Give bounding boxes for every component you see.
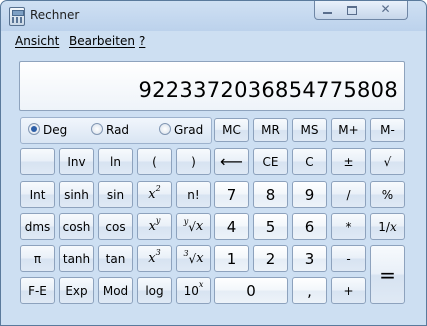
digit-6-button[interactable]: 6 bbox=[292, 213, 327, 240]
title-bar[interactable]: Rechner ✕ bbox=[1, 1, 426, 31]
y-root-index: y bbox=[183, 217, 189, 226]
cube-button[interactable]: x3 bbox=[137, 245, 172, 272]
power-base: x bbox=[148, 219, 156, 234]
digit-0-button[interactable]: 0 bbox=[214, 277, 288, 304]
menu-help[interactable]: ? bbox=[139, 34, 145, 48]
percent-button[interactable]: % bbox=[370, 181, 405, 208]
open-paren-button[interactable]: ( bbox=[137, 148, 172, 175]
add-button[interactable]: + bbox=[331, 277, 366, 304]
result-display: 9223372036854775808 bbox=[19, 61, 405, 111]
digit-7-button[interactable]: 7 bbox=[214, 181, 249, 208]
radio-deg-label: Deg bbox=[43, 123, 68, 137]
menu-bar: Ansicht Bearbeiten ? bbox=[1, 31, 426, 51]
m-minus-button[interactable]: M- bbox=[370, 118, 405, 142]
minimize-button[interactable] bbox=[314, 1, 341, 20]
digit-5-button[interactable]: 5 bbox=[253, 213, 288, 240]
y-root-button[interactable]: y √ x bbox=[176, 213, 211, 240]
radio-rad-label: Rad bbox=[106, 123, 130, 137]
radio-rad-indicator[interactable] bbox=[91, 123, 103, 135]
exp-button[interactable]: Exp bbox=[59, 277, 94, 304]
menu-view[interactable]: Ansicht bbox=[15, 34, 59, 48]
digit-8-button[interactable]: 8 bbox=[253, 181, 288, 208]
cube-exponent: 3 bbox=[155, 248, 161, 257]
cube-root-sign: √ bbox=[188, 251, 197, 266]
factorial-button[interactable]: n! bbox=[176, 181, 211, 208]
divide-symbol: / bbox=[346, 187, 351, 202]
tanh-button[interactable]: tanh bbox=[59, 245, 94, 272]
plus-minus-button[interactable]: ± bbox=[331, 148, 366, 175]
cube-base: x bbox=[148, 251, 156, 266]
square-base: x bbox=[148, 187, 156, 202]
ln-button[interactable]: ln bbox=[98, 148, 133, 175]
reciprocal-button[interactable]: 1/x bbox=[370, 213, 405, 240]
power-button[interactable]: xy bbox=[137, 213, 172, 240]
digit-3-button[interactable]: 3 bbox=[292, 245, 327, 272]
ten-power-exponent: x bbox=[198, 280, 204, 289]
maximize-icon bbox=[347, 6, 357, 15]
display-value: 9223372036854775808 bbox=[138, 78, 398, 102]
inv-button[interactable]: Inv bbox=[59, 148, 94, 175]
angle-mode-group: Deg Rad Grad bbox=[20, 117, 212, 144]
ce-button[interactable]: CE bbox=[253, 148, 288, 175]
cube-root-index: 3 bbox=[183, 249, 189, 258]
power-exponent: y bbox=[155, 216, 161, 225]
fe-button[interactable]: F-E bbox=[20, 277, 55, 304]
backspace-icon: ⟵ bbox=[220, 152, 243, 171]
y-root-x: x bbox=[195, 219, 204, 234]
sinh-button[interactable]: sinh bbox=[59, 181, 94, 208]
m-plus-button[interactable]: M+ bbox=[331, 118, 366, 142]
square-button[interactable]: x2 bbox=[137, 181, 172, 208]
equals-button[interactable]: = bbox=[370, 245, 405, 304]
divide-button[interactable]: / bbox=[331, 181, 366, 208]
mod-button[interactable]: Mod bbox=[98, 277, 133, 304]
blank-button[interactable] bbox=[20, 148, 55, 175]
close-button[interactable]: ✕ bbox=[364, 1, 408, 20]
calculator-app-icon bbox=[9, 7, 25, 26]
digit-9-button[interactable]: 9 bbox=[292, 181, 327, 208]
radio-grad[interactable]: Grad bbox=[159, 123, 203, 137]
calculator-window: Rechner ✕ Ansicht Bearbeiten ? 922337203… bbox=[0, 0, 427, 326]
radio-deg-indicator[interactable] bbox=[28, 123, 40, 135]
mr-button[interactable]: MR bbox=[253, 118, 288, 142]
cosh-button[interactable]: cosh bbox=[59, 213, 94, 240]
digit-2-button[interactable]: 2 bbox=[253, 245, 288, 272]
radio-grad-indicator[interactable] bbox=[159, 123, 171, 135]
maximize-button[interactable] bbox=[339, 1, 365, 20]
cos-button[interactable]: cos bbox=[98, 213, 133, 240]
ms-button[interactable]: MS bbox=[292, 118, 327, 142]
radio-deg[interactable]: Deg bbox=[28, 123, 67, 137]
cube-root-x: x bbox=[196, 251, 204, 266]
pi-button[interactable]: π bbox=[20, 245, 55, 272]
digit-4-button[interactable]: 4 bbox=[214, 213, 249, 240]
subtract-button[interactable]: - bbox=[331, 245, 366, 272]
menu-edit[interactable]: Bearbeiten bbox=[69, 34, 135, 48]
log-button[interactable]: log bbox=[137, 277, 172, 304]
close-paren-button[interactable]: ) bbox=[176, 148, 211, 175]
cube-root-button[interactable]: 3 √ x bbox=[176, 245, 211, 272]
backspace-button[interactable]: ⟵ bbox=[214, 148, 249, 175]
multiply-button[interactable]: * bbox=[331, 213, 366, 240]
dms-button[interactable]: dms bbox=[20, 213, 55, 240]
radio-grad-label: Grad bbox=[174, 123, 204, 137]
c-button[interactable]: C bbox=[292, 148, 327, 175]
sin-button[interactable]: sin bbox=[98, 181, 133, 208]
close-icon: ✕ bbox=[380, 2, 391, 16]
square-exponent: 2 bbox=[155, 184, 161, 193]
mc-button[interactable]: MC bbox=[214, 118, 249, 142]
radio-rad[interactable]: Rad bbox=[91, 123, 129, 137]
ten-power-base: 10 bbox=[183, 283, 199, 298]
tan-button[interactable]: tan bbox=[98, 245, 133, 272]
minimize-icon bbox=[323, 12, 332, 14]
decimal-button[interactable]: , bbox=[292, 277, 327, 304]
digit-1-button[interactable]: 1 bbox=[214, 245, 249, 272]
reciprocal-numerator: 1/ bbox=[378, 219, 390, 234]
y-root-sign: √ bbox=[188, 219, 196, 234]
reciprocal-x: x bbox=[389, 219, 397, 234]
sqrt-button[interactable]: √ bbox=[370, 148, 405, 175]
ten-power-button[interactable]: 10 x bbox=[176, 277, 211, 304]
window-title: Rechner bbox=[30, 8, 80, 22]
int-button[interactable]: Int bbox=[20, 181, 55, 208]
